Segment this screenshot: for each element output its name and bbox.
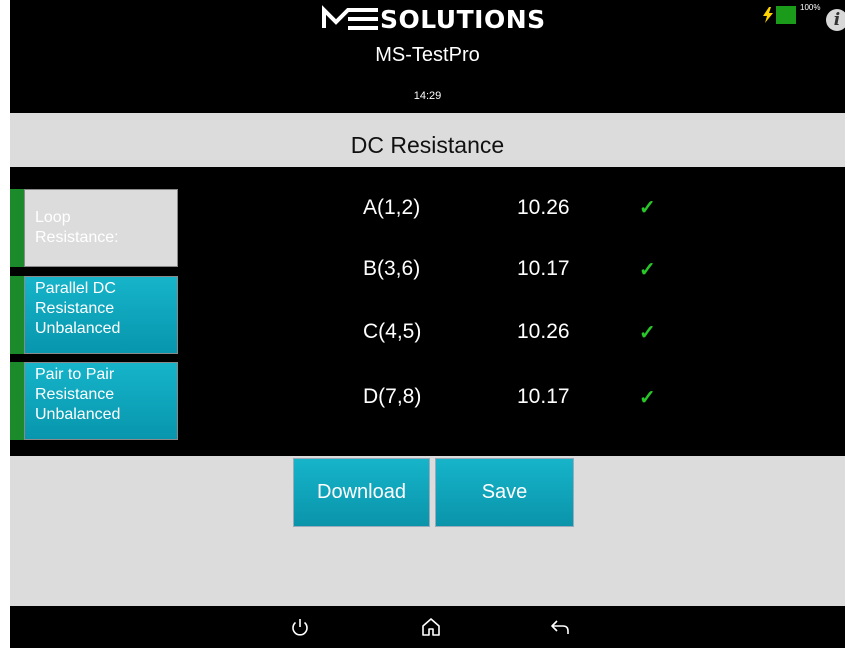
status-area: 100% i [762,3,845,33]
parallel-dc-resistance-button[interactable]: Parallel DC Resistance Unbalanced [10,276,178,354]
check-icon: ✓ [639,259,656,281]
pair-to-pair-label-line3: Unbalanced [35,406,121,423]
battery-icon [776,6,796,24]
page-title: DC Resistance [350,132,505,158]
save-button[interactable]: Save [435,458,574,527]
logo-mark-icon [322,5,378,30]
loop-resistance-label-line2: Resistance: [35,229,119,246]
action-band: Download Save [10,456,845,606]
home-icon[interactable] [419,615,443,639]
battery-percent: 100% [800,3,821,12]
pair-label: C(4,5) [363,320,422,343]
active-strip [10,362,24,440]
back-icon[interactable] [548,615,572,639]
info-icon[interactable]: i [826,9,845,31]
resistance-value: 10.17 [517,257,570,280]
pair-label: D(7,8) [363,385,422,408]
resistance-value: 10.26 [517,320,570,343]
pair-to-pair-label-line2: Resistance [35,386,115,403]
logo-text: SOLUTIONS [380,5,546,34]
parallel-dc-label-line1: Parallel DC [35,280,116,297]
check-icon: ✓ [639,387,656,409]
active-strip [10,276,24,354]
pair-to-pair-label-line1: Pair to Pair [35,366,115,383]
active-strip [10,189,24,267]
title-band: DC Resistance [10,113,845,167]
app-screen: SOLUTIONS MS-TestPro 14:29 100% i DC Res… [10,0,845,648]
bolt-icon [763,7,773,23]
app-title: MS-TestPro [375,44,480,66]
resistance-value: 10.17 [517,385,570,408]
parallel-dc-label-line2: Resistance [35,300,115,317]
download-button[interactable]: Download [293,458,430,527]
loop-resistance-button[interactable]: Loop Resistance: [10,189,178,267]
check-icon: ✓ [639,197,656,219]
pair-label: B(3,6) [363,257,421,280]
clock: 14:29 [413,90,442,102]
results-panel: Loop Resistance: Parallel DC Resistance … [10,167,845,456]
loop-resistance-face: Loop Resistance: [24,189,178,267]
power-icon[interactable] [288,615,312,639]
check-icon: ✓ [639,322,656,344]
resistance-value: 10.26 [517,196,570,219]
header: SOLUTIONS MS-TestPro 14:29 100% i [10,0,845,113]
parallel-dc-resistance-face: Parallel DC Resistance Unbalanced [24,276,178,354]
parallel-dc-label-line3: Unbalanced [35,320,121,337]
pair-to-pair-resistance-button[interactable]: Pair to Pair Resistance Unbalanced [10,362,178,440]
pair-to-pair-resistance-face: Pair to Pair Resistance Unbalanced [24,362,178,440]
ms-solutions-logo: SOLUTIONS [322,2,545,36]
loop-resistance-label-line1: Loop [35,209,71,226]
pair-label: A(1,2) [363,196,421,219]
nav-bar [10,606,845,648]
